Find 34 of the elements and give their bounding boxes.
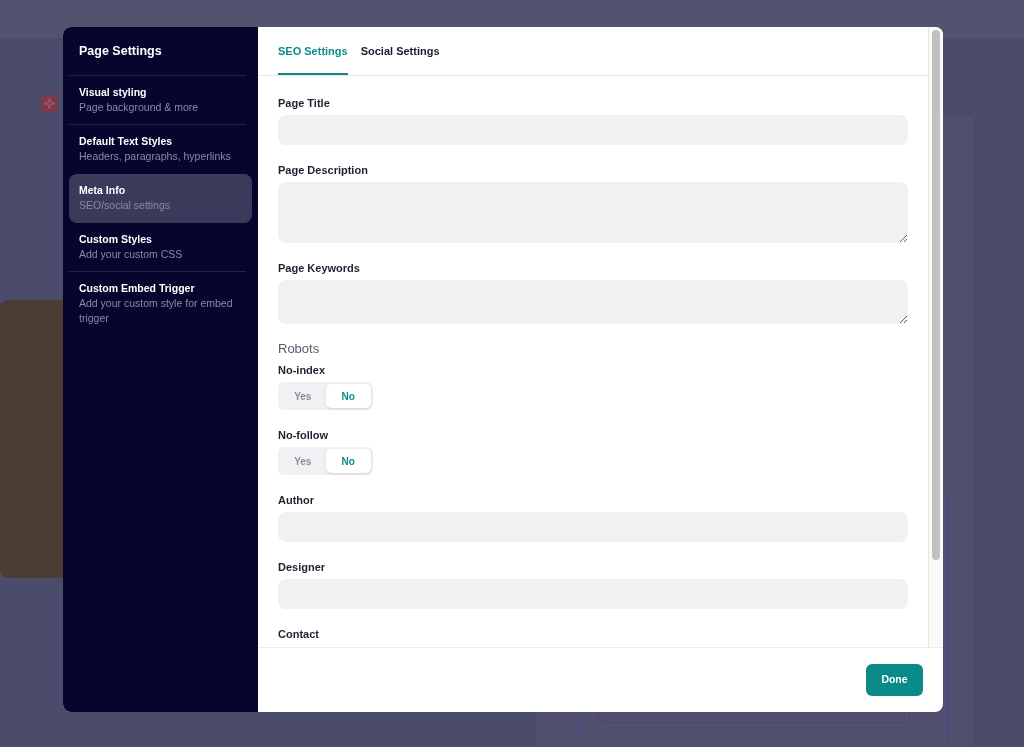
sparkle-icon [41, 95, 58, 112]
tab[interactable]: Social Settings [360, 27, 440, 75]
item-title: Visual styling [79, 85, 148, 100]
segment-option[interactable]: No [325, 449, 371, 473]
scrollbar-thumb[interactable] [932, 30, 940, 560]
sidebar-item[interactable]: Custom Embed Trigger Add your custom style for embed trigger [69, 272, 252, 334]
field-label: No-index [278, 363, 326, 378]
sidebar-item[interactable]: Visual styling Page background & more [69, 76, 246, 125]
field-label: Author [278, 493, 315, 508]
item-description: Page background & more [79, 100, 200, 115]
sidebar-item[interactable]: Meta Info SEO/social settings [69, 174, 252, 223]
item-description: Headers, paragraphs, hyperlinks [79, 149, 232, 164]
field-label: No-follow [278, 428, 329, 443]
item-description: SEO/social settings [79, 198, 172, 213]
dialog-title: Page Settings [79, 42, 162, 60]
tab[interactable]: SEO Settings [278, 27, 348, 75]
text-area[interactable] [278, 182, 908, 243]
item-description: Add your custom style for embed trigger [79, 296, 234, 326]
field-label: Page Keywords [278, 261, 360, 276]
field-label: Page Title [278, 96, 330, 111]
sidebar-item[interactable]: Default Text Styles Headers, paragraphs, hyperlinks [69, 125, 252, 174]
item-title: Meta Info [79, 183, 127, 198]
item-title: Default Text Styles [79, 134, 174, 149]
text-area[interactable] [278, 280, 908, 324]
done-button[interactable]: Done [866, 664, 923, 696]
field-label: Page Description [278, 163, 368, 178]
item-description: Add your custom CSS [79, 247, 184, 262]
segment-option[interactable]: No [325, 384, 371, 408]
item-title: Custom Embed Trigger [79, 281, 196, 296]
item-title: Custom Styles [79, 232, 153, 247]
sidebar-item[interactable]: Custom Styles Add your custom CSS [69, 223, 246, 272]
section-heading: Robots [278, 341, 320, 357]
field-label: Contact [278, 627, 319, 642]
field-label: Designer [278, 560, 326, 575]
